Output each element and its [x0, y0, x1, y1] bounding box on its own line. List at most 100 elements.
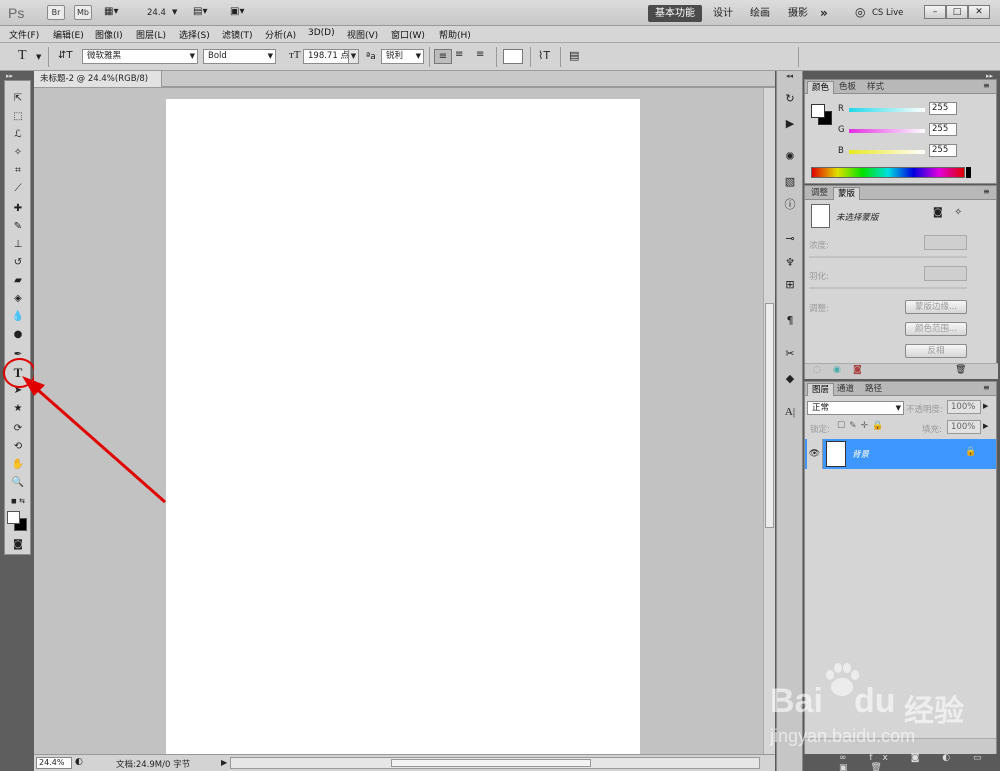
actions-panel-icon[interactable]: ▶ [781, 116, 799, 132]
more-workspaces-icon[interactable]: » [820, 6, 828, 20]
align-left-button[interactable]: ≡ [434, 49, 452, 64]
marquee-tool-icon[interactable]: ⬚ [7, 109, 29, 125]
restore-button[interactable]: □ [946, 5, 968, 19]
fill-slider-icon[interactable]: ▶ [983, 422, 988, 430]
cs-live-icon[interactable]: ◎ [855, 5, 865, 19]
close-button[interactable]: ✕ [968, 5, 990, 19]
slider-g[interactable] [849, 129, 925, 133]
healing-brush-tool-icon[interactable]: ✚ [7, 201, 29, 217]
eyedropper-tool-icon[interactable]: ⟋ [7, 181, 29, 197]
adjustments-panel-icon[interactable]: ✺ [781, 149, 799, 165]
zoom-level[interactable]: 24.4 [147, 8, 166, 18]
tab-color[interactable]: 颜色 [807, 81, 835, 94]
add-vector-mask-icon[interactable]: ✧ [954, 207, 962, 218]
screen-mode-icon[interactable]: ▣▾ [230, 6, 244, 17]
tool-presets-icon[interactable]: ⊞ [781, 277, 799, 293]
crop-tool-icon[interactable]: ⌗ [7, 163, 29, 179]
blend-mode-select[interactable]: 正常 ▼ [807, 401, 904, 415]
history-panel-icon[interactable]: ↻ [781, 91, 799, 107]
brush-tool-icon[interactable]: ✎ [7, 219, 29, 235]
tab-paths[interactable]: 路径 [861, 383, 886, 396]
load-selection-icon[interactable]: ◌ [813, 365, 821, 375]
value-g[interactable]: 255 [929, 123, 957, 136]
character-panel-icon[interactable]: A| [781, 404, 799, 420]
vertical-scrollbar[interactable] [763, 88, 775, 754]
cs-live-menu[interactable]: CS Live [872, 8, 903, 18]
menu-view[interactable]: 视图(V) [347, 28, 378, 41]
character-panel-icon[interactable]: ▤ [569, 49, 579, 62]
magic-wand-tool-icon[interactable]: ✧ [7, 145, 29, 161]
color-spectrum-bar[interactable] [811, 167, 965, 178]
clone-stamp-tool-icon[interactable]: ⊥ [7, 237, 29, 253]
tool-preset-icon[interactable]: T [18, 48, 27, 64]
eraser-tool-icon[interactable]: ▰ [7, 273, 29, 289]
workspace-photography[interactable]: 摄影 [781, 5, 815, 22]
font-style-select[interactable]: Bold ▼ [203, 49, 276, 64]
mini-bridge-button[interactable]: Mb [74, 5, 92, 20]
clone-source-icon[interactable]: ♆ [781, 255, 799, 271]
swap-colors-icon[interactable]: ◼ ⇆ [7, 493, 29, 509]
history-brush-tool-icon[interactable]: ↺ [7, 255, 29, 271]
add-pixel-mask-icon[interactable]: ◙ [933, 207, 943, 218]
document-canvas[interactable] [166, 99, 640, 754]
align-center-button[interactable]: ≡ [455, 49, 463, 60]
opacity-field[interactable]: 100% [947, 400, 981, 414]
menu-file[interactable]: 文件(F) [9, 28, 39, 41]
zoom-field[interactable]: 24.4% [36, 757, 72, 769]
zoom-dropdown-icon[interactable]: ▼ [172, 8, 177, 16]
brush-presets-icon[interactable]: ⊸ [781, 231, 799, 247]
text-orientation-icon[interactable]: ⇵T [58, 50, 73, 61]
scrollbar-thumb[interactable] [391, 759, 591, 767]
align-right-button[interactable]: ≡ [476, 49, 484, 60]
lasso-tool-icon[interactable]: ℒ [7, 127, 29, 143]
font-family-select[interactable]: 微软雅黑 ▼ [82, 49, 198, 64]
menu-filter[interactable]: 滤镜(T) [222, 28, 253, 41]
paragraph-panel-icon[interactable]: ¶ [781, 313, 799, 329]
menu-help[interactable]: 帮助(H) [439, 28, 471, 41]
foreground-color-swatch[interactable] [7, 511, 20, 524]
horizontal-scrollbar[interactable] [230, 757, 760, 769]
tools-panel-icon[interactable]: ✂ [781, 346, 799, 362]
info-panel-icon[interactable]: ⓘ [781, 197, 799, 213]
menu-select[interactable]: 选择(S) [179, 28, 210, 41]
disable-mask-icon[interactable]: ◙ [853, 365, 862, 375]
tab-adjustments[interactable]: 调整 [807, 187, 832, 200]
collapse-icon[interactable]: ▸▸ [6, 72, 13, 80]
spectrum-black[interactable] [966, 167, 971, 178]
antialias-select[interactable]: 锐利 ▼ [381, 49, 424, 64]
blur-tool-icon[interactable]: 💧 [7, 309, 29, 325]
tool-preset-dropdown-icon[interactable]: ▼ [36, 53, 41, 61]
workspace-essentials[interactable]: 基本功能 [648, 5, 702, 22]
mask-edge-button[interactable]: 蒙版边缘... [905, 300, 967, 314]
quick-mask-icon[interactable]: ◙ [7, 537, 29, 553]
zoom-tool-icon[interactable]: 🔍 [7, 475, 29, 491]
menu-image[interactable]: 图像(I) [95, 28, 123, 41]
minimize-button[interactable]: – [924, 5, 946, 19]
workspace-painting[interactable]: 绘画 [743, 5, 777, 22]
hand-tool-icon[interactable]: ✋ [7, 457, 29, 473]
menu-edit[interactable]: 编辑(E) [53, 28, 84, 41]
dodge-tool-icon[interactable]: ● [7, 327, 29, 343]
opacity-slider-icon[interactable]: ▶ [983, 402, 988, 410]
view-extras-icon[interactable]: ▦▾ [104, 6, 118, 17]
navigator-panel-icon[interactable]: ▧ [781, 174, 799, 190]
bridge-button[interactable]: Br [47, 5, 65, 20]
tab-swatches[interactable]: 色板 [835, 81, 860, 94]
tab-channels[interactable]: 通道 [833, 383, 858, 396]
paint-bucket-tool-icon[interactable]: ◈ [7, 291, 29, 307]
visibility-eye-icon[interactable]: 👁 [807, 439, 823, 469]
trash-icon[interactable]: 🗑 [955, 365, 966, 375]
3d-panel-icon[interactable]: ◆ [781, 371, 799, 387]
slider-r[interactable] [849, 108, 925, 112]
value-r[interactable]: 255 [929, 102, 957, 115]
tab-layers[interactable]: 图层 [807, 383, 835, 396]
warp-text-icon[interactable]: ⌇T [538, 49, 550, 62]
document-info[interactable]: 文档:24.9M/0 字节 [116, 758, 190, 770]
panel-menu-icon[interactable]: ≡ [983, 81, 990, 90]
layer-name[interactable]: 背景 [852, 448, 869, 460]
color-range-button[interactable]: 颜色范围... [905, 322, 967, 336]
font-size-field[interactable]: 198.71 点 ▼ [303, 49, 359, 64]
menu-analysis[interactable]: 分析(A) [265, 28, 296, 41]
scrollbar-thumb[interactable] [765, 303, 774, 528]
tab-styles[interactable]: 样式 [863, 81, 888, 94]
